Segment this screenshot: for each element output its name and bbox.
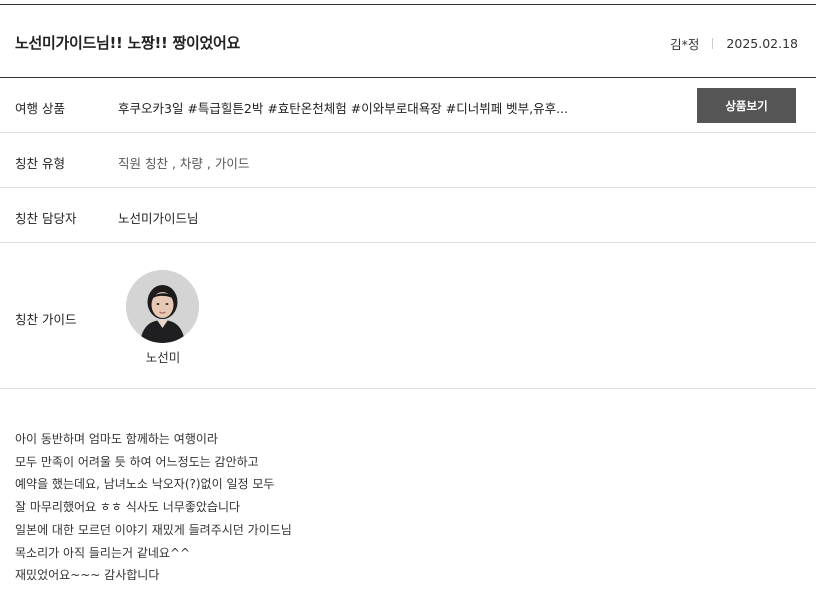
- review-line: 모두 만족이 어려울 듯 하여 어느정도는 감안하고: [15, 454, 259, 469]
- review-line: 아이 동반하며 엄마도 함께하는 여행이라: [15, 432, 218, 446]
- product-row: 여행 상품 후쿠오카3일 #특급힐튼2박 #효탄온천체험 #이와부로대욕장 #디…: [0, 78, 816, 133]
- guide-card[interactable]: 노선미: [126, 270, 200, 366]
- guide-avatar: [126, 270, 199, 343]
- praise-staff-label: 칭찬 담당자: [15, 211, 77, 226]
- review-meta: 김*정 2025.02.18: [670, 34, 798, 53]
- review-line: 잘 마무리했어요 ㅎㅎ 식사도 너무좋았습니다: [15, 500, 241, 515]
- review-line: 목소리가 아직 들리는거 같네요^^: [15, 545, 191, 560]
- praise-type-row: 칭찬 유형 직원 칭찬 , 차량 , 가이드: [0, 133, 816, 188]
- meta-separator: [712, 38, 714, 49]
- product-label: 여행 상품: [15, 101, 65, 116]
- review-line: 일본에 대한 모르던 이야기 재밌게 들려주시던 가이드님: [15, 522, 292, 537]
- praise-type-value: 직원 칭찬 , 차량 , 가이드: [118, 156, 250, 171]
- review-header: 노선미가이드님!! 노짱!! 짱이었어요 김*정 2025.02.18: [0, 5, 816, 77]
- praise-guide-label: 칭찬 가이드: [15, 312, 77, 327]
- review-line: 재밌었어요~~~ 감사합니다: [15, 568, 160, 583]
- guide-photo: [126, 270, 199, 343]
- praise-guide-row: 칭찬 가이드 노선미: [0, 243, 816, 389]
- praise-type-label: 칭찬 유형: [15, 156, 65, 171]
- review-body: 아이 동반하며 엄마도 함께하는 여행이라 모두 만족이 어려울 듯 하여 어느…: [15, 428, 292, 587]
- review-detail: 노선미가이드님!! 노짱!! 짱이었어요 김*정 2025.02.18 여행 상…: [0, 0, 816, 598]
- guide-name: 노선미: [145, 350, 181, 365]
- view-product-button[interactable]: 상품보기: [697, 88, 796, 123]
- praise-staff-row: 칭찬 담당자 노선미가이드님: [0, 188, 816, 243]
- review-author: 김*정: [670, 37, 700, 52]
- review-date: 2025.02.18: [726, 36, 798, 51]
- review-line: 예약을 했는데요, 남녀노소 낙오자(?)없이 일정 모두: [15, 477, 275, 492]
- praise-staff-value: 노선미가이드님: [118, 211, 199, 226]
- review-title: 노선미가이드님!! 노짱!! 짱이었어요: [15, 34, 241, 52]
- product-name: 후쿠오카3일 #특급힐튼2박 #효탄온천체험 #이와부로대욕장 #디너뷔페 벳부…: [118, 101, 569, 116]
